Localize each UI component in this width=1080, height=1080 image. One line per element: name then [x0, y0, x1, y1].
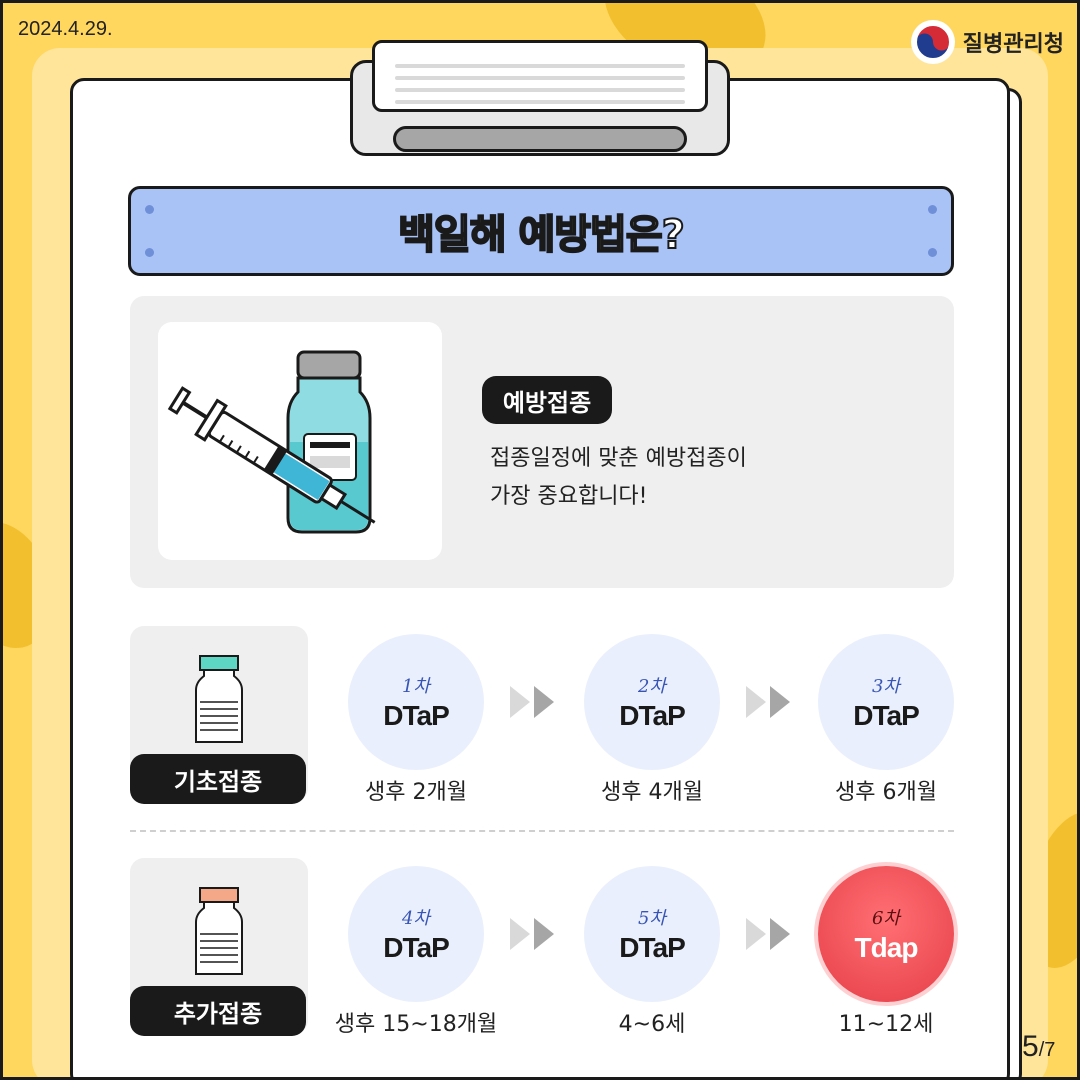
- org-name: 질병관리청: [962, 31, 1064, 56]
- arrow-icon: [510, 918, 554, 950]
- page-indicator: 5/7: [1022, 1030, 1055, 1064]
- dose-circle: 3차 DTaP: [818, 634, 954, 770]
- booster-label: 추가접종: [130, 986, 306, 1036]
- primary-label: 기초접종: [130, 754, 306, 804]
- vial-cap: [199, 887, 239, 903]
- vial-icon: [195, 887, 243, 975]
- page-current: 5: [1022, 1030, 1039, 1063]
- clip-line: [395, 76, 685, 80]
- card-page: 2024.4.29. 질병관리청 백일해 예방법은? 예방접종 접종일정에 맞춘…: [0, 0, 1080, 1080]
- title-dot: [145, 248, 154, 257]
- arrow-icon: [510, 686, 554, 718]
- title-dot: [928, 248, 937, 257]
- dose-age: 생후 4개월: [601, 780, 703, 805]
- vaccine-name: DTaP: [619, 932, 685, 963]
- dose-number: 5차: [637, 908, 666, 929]
- intro-line: 접종일정에 맞춘 예방접종이: [490, 446, 747, 471]
- title-banner: 백일해 예방법은?: [128, 186, 954, 276]
- dose-circle: 4차 DTaP: [348, 866, 484, 1002]
- vaccine-name: Tdap: [854, 932, 919, 963]
- dose-circle: 1차 DTaP: [348, 634, 484, 770]
- arrow-icon: [746, 686, 790, 718]
- title-dot: [145, 205, 154, 214]
- vial-icon: [195, 655, 243, 743]
- clip-line: [395, 88, 685, 92]
- vaccine-name: DTaP: [619, 700, 685, 731]
- dose-age: 생후 2개월: [365, 780, 467, 805]
- vial-cap: [199, 655, 239, 671]
- org-logo: 질병관리청: [910, 20, 1064, 64]
- dose-number: 1차: [401, 676, 430, 697]
- section-divider: [130, 830, 954, 832]
- syringe-vial-icon: [167, 350, 376, 534]
- dose-age: 생후 15~18개월: [334, 1012, 498, 1037]
- dose-circle: 5차 DTaP: [584, 866, 720, 1002]
- vaccine-name: DTaP: [853, 700, 919, 731]
- title-highlight: 예방법: [517, 211, 627, 259]
- arrow-icon: [746, 918, 790, 950]
- title-part: 백일해: [397, 211, 519, 259]
- intro-illustration: [158, 322, 442, 560]
- date-label: 2024.4.29.: [18, 18, 113, 40]
- clip-bar: [393, 126, 687, 152]
- dose-circle-highlight: 6차 Tdap: [818, 866, 954, 1002]
- dose-number: 3차: [871, 676, 900, 697]
- intro-line: 가장 중요합니다!: [490, 484, 648, 509]
- dose-number: 2차: [637, 676, 666, 697]
- dose-number: 4차: [401, 908, 430, 929]
- dose-age: 4~6세: [618, 1012, 686, 1037]
- dose-number: 6차: [871, 908, 900, 929]
- intro-description: 접종일정에 맞춘 예방접종이 가장 중요합니다!: [490, 440, 747, 516]
- vaccine-name: DTaP: [383, 700, 449, 731]
- vaccination-badge: 예방접종: [482, 376, 612, 424]
- clip-line: [395, 100, 685, 104]
- vaccine-name: DTaP: [383, 932, 449, 963]
- page-total: /7: [1038, 1039, 1056, 1061]
- dose-circle: 2차 DTaP: [584, 634, 720, 770]
- page-title: 백일해 예방법은?: [397, 202, 686, 260]
- clip-line: [395, 64, 685, 68]
- dose-age: 11~12세: [838, 1012, 934, 1037]
- title-part: 은?: [625, 211, 686, 259]
- title-dot: [928, 205, 937, 214]
- dose-age: 생후 6개월: [835, 780, 937, 805]
- taegeuk-icon: [910, 20, 955, 64]
